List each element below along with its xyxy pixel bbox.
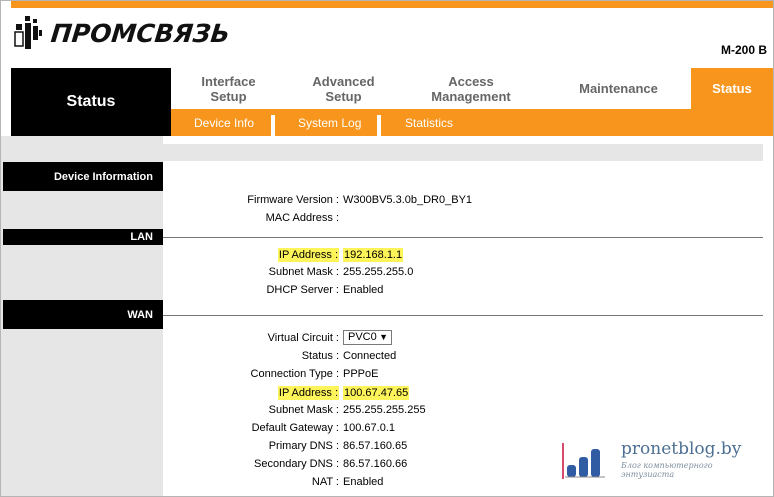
sub-nav: Device Info System Log Statistics	[171, 109, 773, 136]
row-dhcp-server: DHCP Server : Enabled	[163, 282, 763, 300]
row-firmware-version: Firmware Version : W300BV5.3.0b_DR0_BY1	[163, 192, 763, 210]
conn-type-value: PPPoE	[343, 368, 379, 380]
gateway-value: 100.67.0.1	[343, 422, 395, 434]
nat-value: Enabled	[343, 476, 384, 488]
promsvyaz-logo-icon	[14, 16, 42, 49]
vc-selected-value: PVC0	[348, 331, 377, 343]
tab-status[interactable]: Status	[691, 68, 773, 109]
lan-divider	[163, 237, 763, 238]
router-status-page: ПРОМСВЯЗЬ M-200 B Status Interface Setup …	[0, 0, 774, 497]
tab-label: Setup	[210, 88, 247, 104]
lan-ip-value: 192.168.1.1	[343, 248, 404, 262]
wan-mask-value: 255.255.255.255	[343, 404, 426, 416]
firmware-label: Firmware Version :	[247, 194, 339, 206]
row-lan-ip: IP Address : 192.168.1.1	[163, 246, 763, 264]
brand-logo: ПРОМСВЯЗЬ	[13, 13, 232, 53]
row-lan-mask: Subnet Mask : 255.255.255.0	[163, 264, 763, 282]
dhcp-label: DHCP Server :	[266, 284, 339, 296]
lan-mask-value: 255.255.255.0	[343, 266, 414, 278]
subnav-statistics[interactable]: Statistics	[405, 109, 453, 136]
tab-label: Management	[431, 88, 511, 104]
row-connection-type: Connection Type : PPPoE	[163, 366, 763, 384]
lan-ip-label: IP Address :	[277, 248, 339, 262]
row-wan-mask: Subnet Mask : 255.255.255.255	[163, 402, 763, 420]
wan-status-label: Status :	[301, 350, 339, 362]
tab-label: Interface	[201, 73, 256, 89]
mac-label: MAC Address :	[265, 212, 339, 224]
lan-mask-label: Subnet Mask :	[268, 266, 339, 278]
wan-ip-label: IP Address :	[277, 386, 339, 400]
tab-label: Maintenance	[579, 81, 658, 96]
watermark-subtitle: Блог компьютерного энтузиаста	[621, 461, 713, 479]
current-section-title: Status	[11, 68, 171, 136]
tab-maintenance[interactable]: Maintenance	[541, 68, 696, 109]
brand-name: ПРОМСВЯЗЬ	[49, 18, 232, 48]
tab-bar: Interface Setup Advanced Setup Access Manag…	[171, 68, 773, 109]
vc-label: Virtual Circuit :	[267, 332, 339, 344]
row-wan-ip: IP Address : 100.67.47.65	[163, 384, 763, 402]
row-mac-address: MAC Address :	[163, 210, 763, 228]
section-device-information: Device Information	[3, 162, 163, 191]
main-nav: Status Interface Setup Advanced Setup Acce…	[11, 68, 773, 136]
wan-mask-label: Subnet Mask :	[268, 404, 339, 416]
wan-ip-value: 100.67.47.65	[343, 386, 410, 400]
subnav-separator	[271, 115, 275, 136]
nat-label: NAT :	[311, 476, 339, 488]
model-label: M-200 B	[720, 43, 767, 57]
tab-label: Access	[448, 73, 494, 89]
watermark-title: pronetblog.by	[621, 439, 742, 459]
top-accent-bar	[11, 1, 773, 8]
section-wan: WAN	[3, 300, 163, 329]
tab-advanced-setup[interactable]: Advanced Setup	[286, 68, 401, 109]
row-wan-status: Status : Connected	[163, 348, 763, 366]
wan-divider	[163, 315, 763, 316]
section-lan: LAN	[3, 229, 163, 245]
row-virtual-circuit: Virtual Circuit : PVC0 ▼	[163, 330, 763, 348]
virtual-circuit-select[interactable]: PVC0 ▼	[343, 330, 392, 345]
subnav-system-log[interactable]: System Log	[298, 109, 361, 136]
watermark: pronetblog.by Блог компьютерного энтузиа…	[561, 435, 761, 479]
tab-label: Setup	[325, 88, 362, 104]
dns1-value: 86.57.160.65	[343, 440, 408, 452]
dns2-value: 86.57.160.66	[343, 458, 408, 470]
conn-type-label: Connection Type :	[250, 368, 339, 380]
tab-label: Status	[712, 81, 752, 96]
tab-label: Advanced	[312, 73, 375, 89]
dns1-label: Primary DNS :	[268, 440, 339, 452]
wan-status-value: Connected	[343, 350, 397, 362]
dhcp-value: Enabled	[343, 284, 384, 296]
tab-access-management[interactable]: Access Management	[401, 68, 541, 109]
dns2-label: Secondary DNS :	[254, 458, 339, 470]
tab-interface-setup[interactable]: Interface Setup	[171, 68, 286, 109]
bar-chart-logo-icon	[562, 443, 605, 479]
subnav-device-info[interactable]: Device Info	[194, 109, 254, 136]
firmware-value: W300BV5.3.0b_DR0_BY1	[343, 194, 473, 206]
gateway-label: Default Gateway :	[251, 422, 339, 434]
subnav-separator	[377, 115, 381, 136]
content-top-band	[163, 144, 763, 161]
dropdown-arrow-icon: ▼	[379, 332, 388, 342]
